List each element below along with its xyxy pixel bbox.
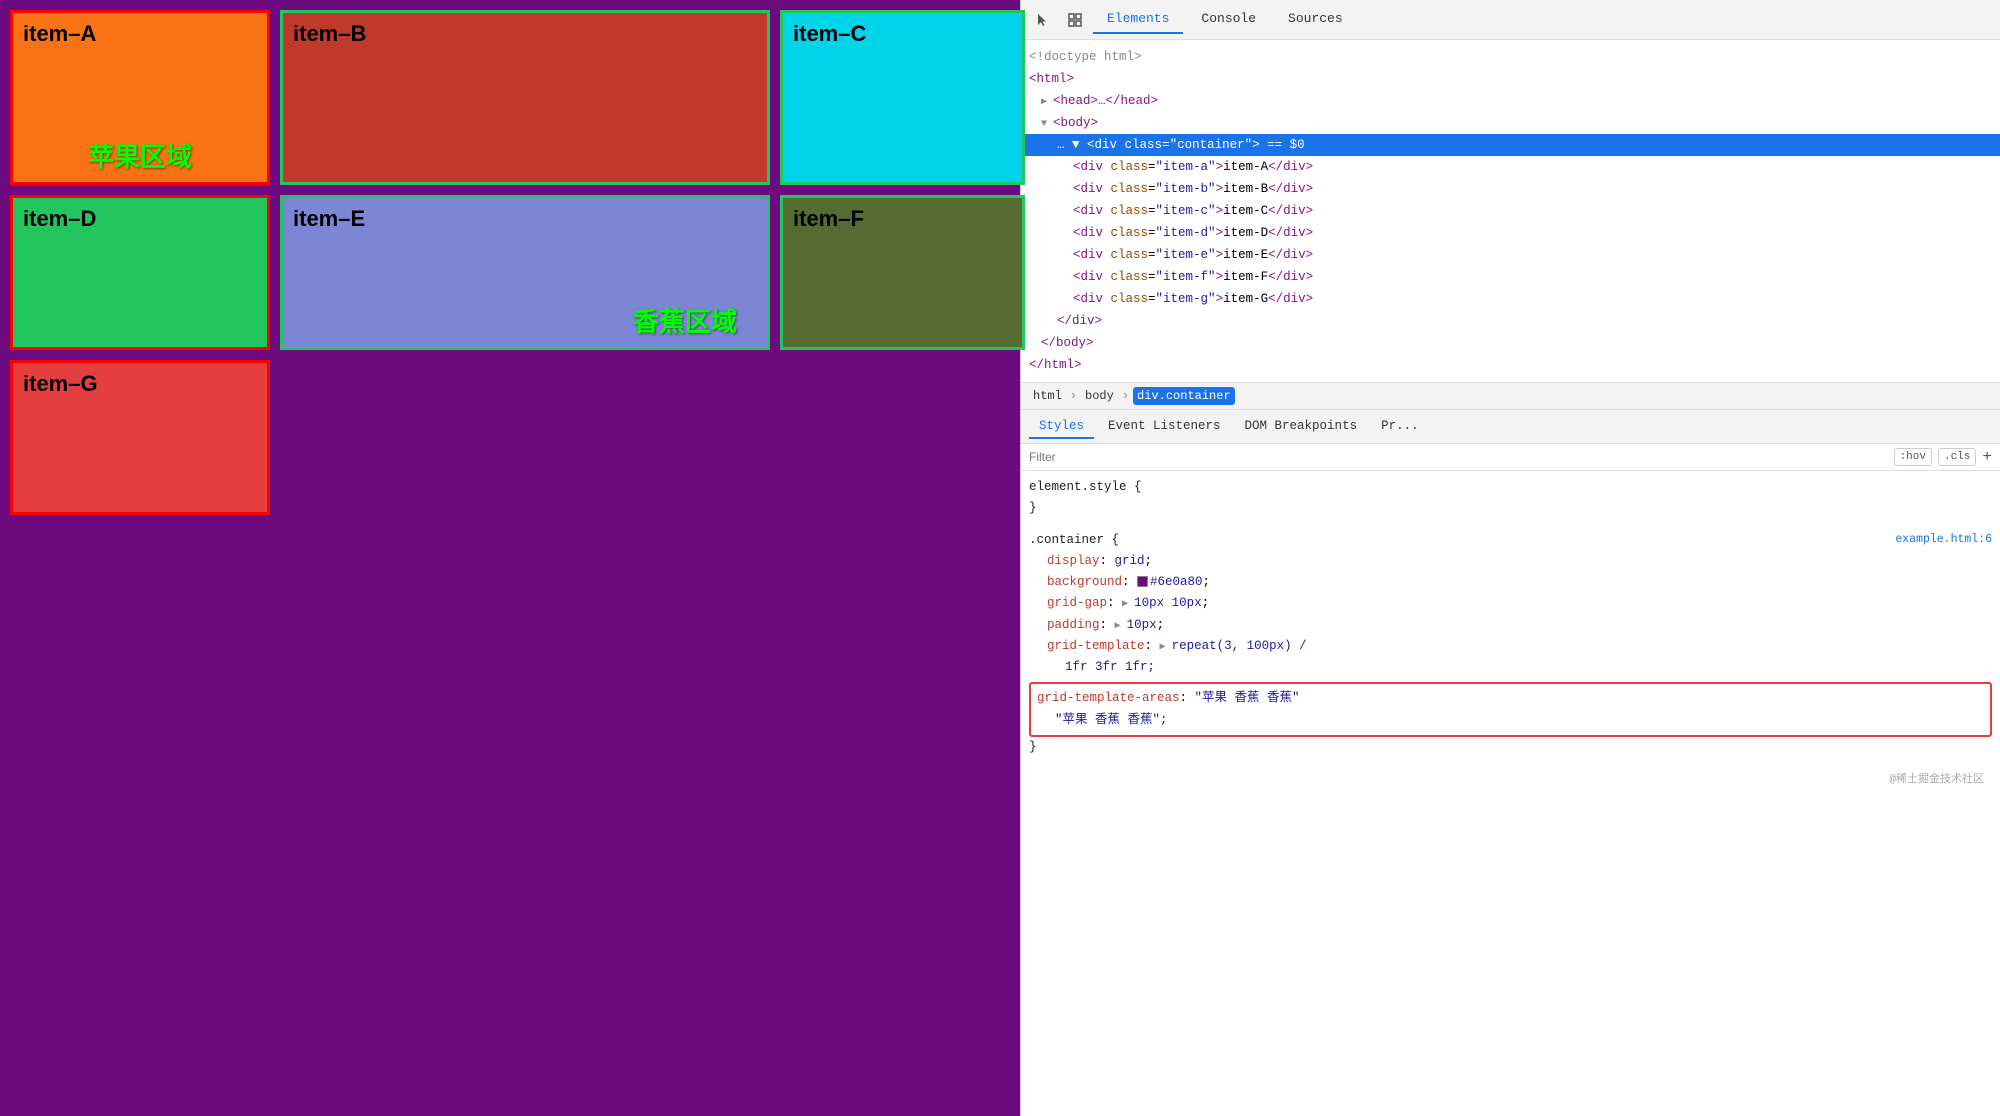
dom-line-item-e[interactable]: <div class="item-e">item-E</div> xyxy=(1021,244,2000,266)
cursor-icon[interactable] xyxy=(1029,6,1057,34)
dom-line-body[interactable]: ▼ <body> xyxy=(1021,112,2000,134)
breadcrumb-html[interactable]: html xyxy=(1029,387,1066,405)
grid-item-g: item–G xyxy=(10,360,270,515)
grid-item-c: item–C xyxy=(780,10,1025,185)
dom-line-head[interactable]: ▶ <head>…</head> xyxy=(1021,90,2000,112)
filter-bar: :hov .cls + xyxy=(1021,444,2000,471)
breadcrumb-container[interactable]: div.container xyxy=(1133,387,1235,405)
grid-container: item–A 苹果区域 item–B item–C item–D item–E … xyxy=(0,0,1020,510)
dom-line-item-b[interactable]: <div class="item-b">item-B</div> xyxy=(1021,178,2000,200)
item-f-label: item–F xyxy=(793,206,864,231)
browser-empty-area xyxy=(0,510,1020,1116)
grid-item-b: item–B xyxy=(280,10,770,185)
dom-tree: <!doctype html> <html> ▶ <head>…</head> … xyxy=(1021,40,2000,383)
filter-cls-button[interactable]: .cls xyxy=(1938,448,1976,466)
tab-properties[interactable]: Pr... xyxy=(1371,415,1429,439)
item-e-label: item–E xyxy=(293,206,365,231)
tab-event-listeners[interactable]: Event Listeners xyxy=(1098,415,1231,439)
dom-line-item-f[interactable]: <div class="item-f">item-F</div> xyxy=(1021,266,2000,288)
style-rule-element: element.style { } xyxy=(1029,477,1992,520)
devtools-tab-bar: Elements Console Sources xyxy=(1021,0,2000,40)
styles-panel: Styles Event Listeners DOM Breakpoints P… xyxy=(1021,410,2000,1116)
area-apple-label: 苹果区域 xyxy=(88,137,192,174)
watermark: @稀土掘金技术社区 xyxy=(1029,768,1992,788)
breadcrumb-body[interactable]: body xyxy=(1081,387,1118,405)
item-c-label: item–C xyxy=(793,21,866,46)
browser-panel: item–A 苹果区域 item–B item–C item–D item–E … xyxy=(0,0,1020,1116)
dom-line-item-a[interactable]: <div class="item-a">item-A</div> xyxy=(1021,156,2000,178)
tab-elements[interactable]: Elements xyxy=(1093,5,1183,34)
grid-item-a: item–A 苹果区域 xyxy=(10,10,270,185)
item-b-label: item–B xyxy=(293,21,366,46)
dom-line-html[interactable]: <html> xyxy=(1021,68,2000,90)
item-a-label: item–A xyxy=(23,21,96,46)
dom-line-item-g[interactable]: <div class="item-g">item-G</div> xyxy=(1021,288,2000,310)
elements-panel: <!doctype html> <html> ▶ <head>…</head> … xyxy=(1021,40,2000,1116)
grid-item-d: item–D xyxy=(10,195,270,350)
filter-hov-button[interactable]: :hov xyxy=(1894,448,1932,466)
grid-item-e: item–E 香蕉区域 xyxy=(280,195,770,350)
breadcrumbs: html › body › div.container xyxy=(1021,383,2000,410)
inspect-icon[interactable] xyxy=(1061,6,1089,34)
item-d-label: item–D xyxy=(23,206,96,231)
area-banana-label: 香蕉区域 xyxy=(633,302,737,339)
color-swatch-bg[interactable] xyxy=(1137,576,1148,587)
dom-line-close-body[interactable]: </body> xyxy=(1021,332,2000,354)
dom-line-container[interactable]: … ▼ <div class="container"> == $0 xyxy=(1021,134,2000,156)
style-rules: element.style { } .container { example.h… xyxy=(1021,471,2000,1116)
dom-line-close-div[interactable]: </div> xyxy=(1021,310,2000,332)
styles-tab-bar: Styles Event Listeners DOM Breakpoints P… xyxy=(1021,410,2000,444)
dom-line-item-c[interactable]: <div class="item-c">item-C</div> xyxy=(1021,200,2000,222)
dom-line-doctype[interactable]: <!doctype html> xyxy=(1021,46,2000,68)
tab-styles[interactable]: Styles xyxy=(1029,415,1094,439)
style-rule-container: .container { example.html:6 display: gri… xyxy=(1029,530,1992,759)
tab-console[interactable]: Console xyxy=(1187,5,1270,34)
tab-dom-breakpoints[interactable]: DOM Breakpoints xyxy=(1235,415,1368,439)
filter-add-button[interactable]: + xyxy=(1982,448,1992,466)
item-g-label: item–G xyxy=(23,371,98,396)
dom-line-close-html[interactable]: </html> xyxy=(1021,354,2000,376)
grid-item-f: item–F xyxy=(780,195,1025,350)
highlighted-grid-template-areas: grid-template-areas: "苹果 香蕉 香蕉" "苹果 香蕉 香… xyxy=(1029,682,1992,737)
tab-sources[interactable]: Sources xyxy=(1274,5,1357,34)
dom-line-item-d[interactable]: <div class="item-d">item-D</div> xyxy=(1021,222,2000,244)
devtools-panel: Elements Console Sources <!doctype html>… xyxy=(1020,0,2000,1116)
filter-input[interactable] xyxy=(1029,450,1888,464)
